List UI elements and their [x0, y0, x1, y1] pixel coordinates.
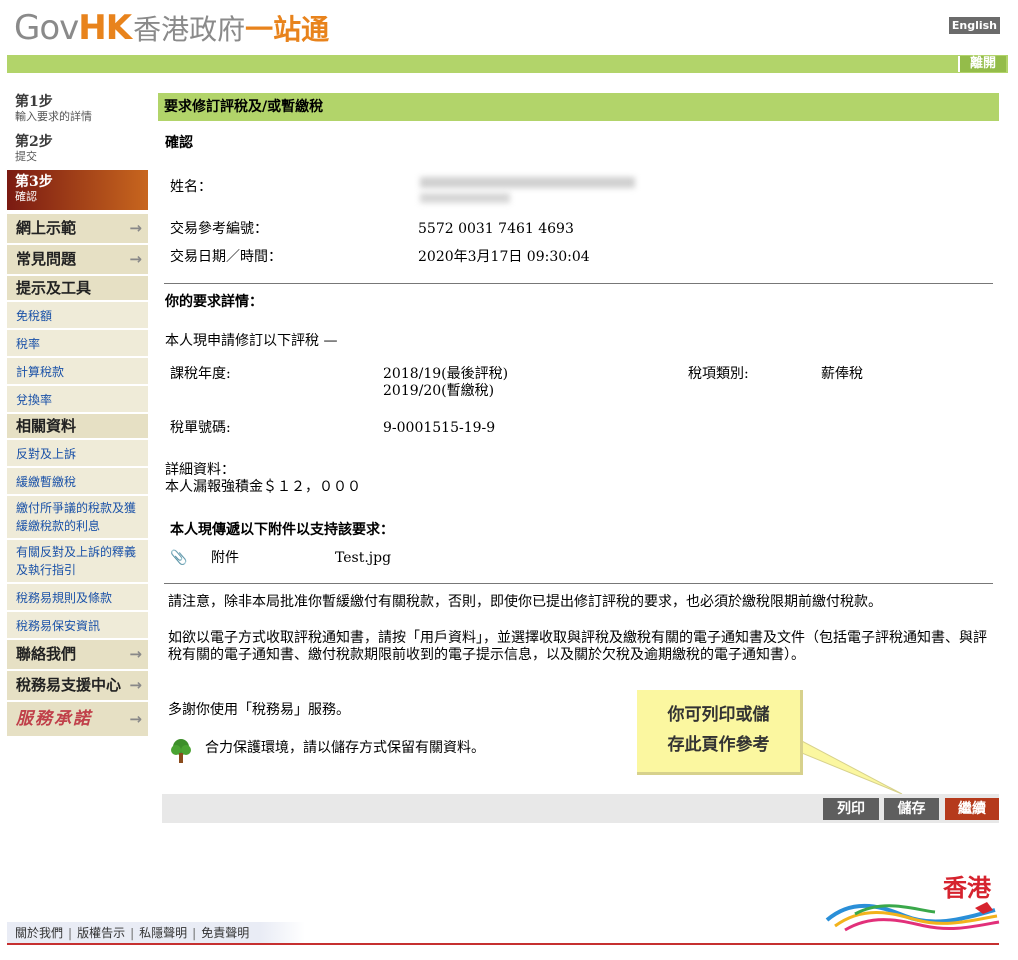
step-title: 第2步 [15, 134, 53, 150]
english-button[interactable]: English [948, 17, 1000, 34]
step-1: 第1步 輸入要求的詳情 [7, 90, 148, 130]
link-interpretation-guide[interactable]: 有關反對及上訴的釋義及執行指引 [7, 540, 148, 584]
apply-text: 本人現申請修訂以下評稅 — [165, 333, 338, 349]
ref-label: 交易參考編號： [170, 221, 268, 237]
footer-about-link[interactable]: 關於我們 [15, 926, 63, 940]
step-3-active: 第3步 確認 [7, 170, 148, 210]
detail-value: 本人漏報強積金＄１２，０００ [165, 479, 361, 495]
link-allowances[interactable]: 免稅額 [7, 302, 148, 330]
hk-logo-text: 香港 [943, 874, 992, 902]
logo-hk: HK [78, 8, 132, 48]
step-sub: 提交 [15, 150, 37, 163]
thanks-text: 多謝你使用「稅務易」服務。 [168, 702, 350, 718]
action-bar: 列印 儲存 繼續 [162, 794, 999, 823]
page-title: 要求修訂評稅及/或暫繳稅 [158, 93, 999, 121]
brand-hong-kong-logo: 香港 [825, 874, 1000, 932]
arrow-right-icon: → [129, 219, 142, 237]
step-title: 第1步 [15, 94, 53, 110]
callout-line1: 你可列印或儲 [667, 705, 770, 725]
menu-demo[interactable]: 網上示範 → [7, 214, 148, 245]
continue-button[interactable]: 繼續 [945, 798, 999, 820]
arrow-right-icon: → [129, 710, 142, 728]
date-value: 2020年3月17日 09:30:04 [418, 249, 590, 265]
link-exchange-rates[interactable]: 兌換率 [7, 386, 148, 414]
pledge-label: 服務承諾 [16, 709, 92, 729]
bill-value: 9-0001515-19-9 [383, 420, 496, 436]
tree-icon [171, 739, 191, 763]
step-title: 第3步 [15, 174, 53, 190]
attach-label: 附件 [211, 550, 239, 566]
footer-divider [7, 943, 999, 945]
sidebar: 第1步 輸入要求的詳情 第2步 提交 第3步 確認 網上示範 → 常見問題 → 提示… [7, 90, 148, 738]
taxtype-label: 稅項類別: [688, 366, 749, 382]
logo-cn-one-stop: 一站通 [245, 13, 330, 46]
divider [164, 283, 993, 284]
year-value-2: 2019/20(暫繳稅) [383, 383, 495, 399]
menu-faq-label: 常見問題 [16, 250, 77, 268]
print-button[interactable]: 列印 [823, 798, 879, 820]
govhk-logo[interactable]: Gov HK 香港政府 一站通 [14, 4, 329, 48]
bill-label: 稅單號碼: [170, 420, 231, 436]
link-terms[interactable]: 稅務易規則及條款 [7, 584, 148, 612]
link-tax-rates[interactable]: 稅率 [7, 330, 148, 358]
arrow-right-icon: → [129, 250, 142, 268]
menu-support[interactable]: 稅務易支援中心 → [7, 671, 148, 702]
arrow-right-icon: → [129, 645, 142, 663]
year-value-1: 2018/19(最後評稅) [383, 366, 509, 382]
save-button[interactable]: 儲存 [884, 798, 939, 820]
ref-value: 5572 0031 7461 4693 [418, 221, 574, 237]
exit-button[interactable]: 離開 [957, 56, 1006, 72]
callout-line2: 存此頁作參考 [667, 735, 770, 755]
main-content: 要求修訂評稅及/或暫繳稅 [158, 93, 999, 121]
link-security[interactable]: 稅務易保安資訊 [7, 612, 148, 640]
link-holdover[interactable]: 緩繳暫繳稅 [7, 468, 148, 496]
menu-support-label: 稅務易支援中心 [16, 676, 122, 694]
logo-cn: 香港政府 [133, 13, 246, 46]
top-bar: 離開 [7, 55, 1008, 73]
footer-privacy-link[interactable]: 私隱聲明 [139, 926, 187, 940]
step-sub: 輸入要求的詳情 [15, 110, 92, 123]
footer-links: 關於我們 | 版權告示 | 私隱聲明 | 免責聲明 [7, 922, 305, 944]
green-text: 合力保護環境，請以儲存方式保留有關資料。 [205, 740, 485, 756]
menu-contact[interactable]: 聯絡我們 → [7, 640, 148, 671]
logo-gov: Gov [14, 8, 79, 48]
notice-text: 請注意，除非本局批准你暫緩繳付有關稅款，否則，即使你已提出修訂評稅的要求，也必須… [168, 594, 882, 610]
taxtype-value: 薪俸稅 [821, 366, 863, 382]
step-2: 第2步 提交 [7, 130, 148, 170]
link-disputed-tax-interest[interactable]: 繳付所爭議的稅款及獲緩繳稅款的利息 [7, 496, 148, 540]
paperclip-icon: 📎 [170, 550, 188, 566]
menu-tips-heading: 提示及工具 [7, 276, 148, 302]
attach-file-link[interactable]: Test.jpg [335, 550, 391, 567]
confirm-heading: 確認 [165, 135, 193, 151]
link-objection-appeal[interactable]: 反對及上訴 [7, 440, 148, 468]
year-label: 課稅年度: [170, 366, 231, 382]
attach-heading: 本人現傳遞以下附件以支持該要求： [170, 522, 394, 538]
detail-label: 詳細資料： [165, 462, 235, 478]
arrow-right-icon: → [129, 676, 142, 694]
footer-disclaimer-link[interactable]: 免責聲明 [201, 926, 249, 940]
step-sub: 確認 [15, 190, 37, 203]
menu-faq[interactable]: 常見問題 → [7, 245, 148, 276]
divider [164, 583, 993, 584]
details-heading: 你的要求詳情： [165, 294, 263, 310]
date-label: 交易日期／時間： [170, 249, 282, 265]
menu-contact-label: 聯絡我們 [16, 645, 77, 663]
footer-copyright-link[interactable]: 版權告示 [77, 926, 125, 940]
name-label: 姓名： [170, 179, 212, 195]
menu-pledge[interactable]: 服務承諾 → [7, 702, 148, 738]
link-tax-calc[interactable]: 計算稅款 [7, 358, 148, 386]
menu-demo-label: 網上示範 [16, 219, 77, 237]
callout-tooltip: 你可列印或儲 存此頁作參考 [637, 690, 803, 775]
name-value-blurred [420, 175, 640, 205]
menu-related-heading: 相關資料 [7, 414, 148, 440]
electronic-notice-text: 如欲以電子方式收取評稅通知書，請按「用戶資料」，並選擇收取與評稅及繳稅有關的電子… [168, 630, 987, 663]
